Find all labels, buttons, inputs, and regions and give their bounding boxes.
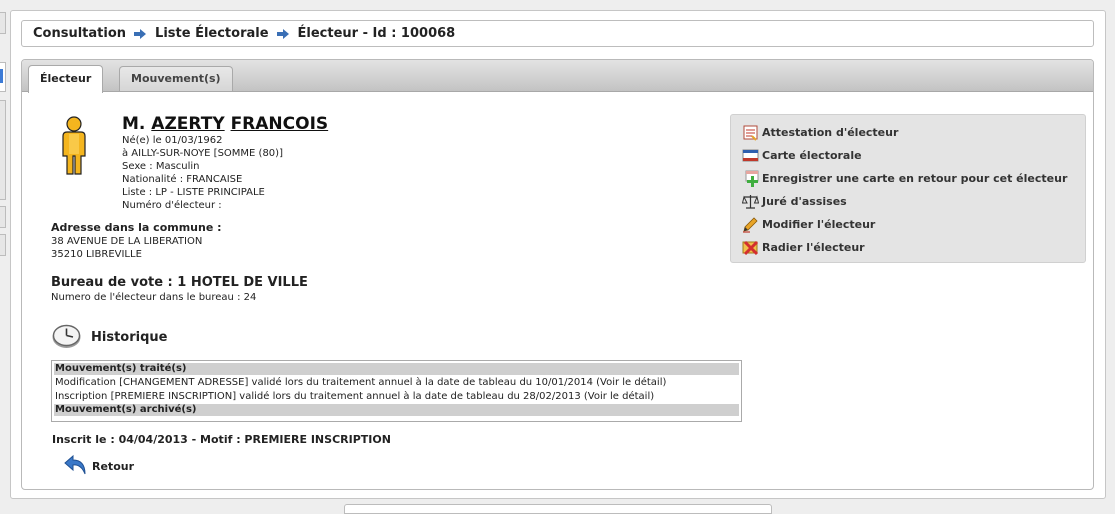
back-label: Retour	[92, 460, 135, 473]
arrow-right-icon	[276, 28, 289, 39]
inscription-info: Inscrit le : 04/04/2013 - Motif : PREMIE…	[52, 433, 391, 446]
action-jure-assises[interactable]: Juré d'assises	[731, 190, 1085, 213]
address-line2: 35210 LIBREVILLE	[51, 249, 142, 260]
back-button[interactable]: Retour	[64, 454, 134, 479]
action-modifier[interactable]: Modifier l'électeur	[731, 213, 1085, 236]
lastname: AZERTY	[151, 114, 225, 134]
sidebar-fragment-active[interactable]	[0, 62, 6, 92]
sidebar-fragment	[0, 12, 6, 34]
bureau-title: Bureau de vote : 1 HOTEL DE VILLE	[51, 275, 308, 290]
back-arrow-icon	[64, 454, 88, 479]
bottom-panel-edge	[344, 504, 772, 514]
sidebar-fragment	[0, 206, 6, 228]
sidebar-fragment	[0, 100, 6, 200]
sidebar-fragment	[0, 234, 6, 256]
address-title: Adresse dans la commune :	[51, 221, 222, 234]
history-table: Mouvement(s) traité(s) Modification [CHA…	[51, 360, 742, 422]
breadcrumb: Consultation Liste Électorale Électeur -…	[21, 20, 1094, 47]
tab-bar: Électeur Mouvement(s)	[22, 60, 1093, 93]
elector-number: Numéro d'électeur :	[122, 200, 222, 211]
history-row[interactable]: Inscription [PREMIERE INSCRIPTION] valid…	[54, 389, 739, 404]
civility: M.	[122, 114, 146, 134]
history-treated-header: Mouvement(s) traité(s)	[54, 363, 739, 375]
elector-name: M. AZERTY FRANCOIS	[122, 114, 328, 134]
breadcrumb-item-liste[interactable]: Liste Électorale	[155, 26, 269, 41]
action-carte-electorale[interactable]: Carte électorale	[731, 144, 1085, 167]
sex: Sexe : Masculin	[122, 161, 200, 172]
bureau-number: Numero de l'électeur dans le bureau : 24	[51, 292, 257, 303]
action-radier[interactable]: Radier l'électeur	[731, 236, 1085, 259]
address-line1: 38 AVENUE DE LA LIBERATION	[51, 236, 203, 247]
breadcrumb-item-consultation[interactable]: Consultation	[33, 26, 126, 41]
person-icon	[60, 116, 88, 176]
clock-icon	[51, 323, 82, 349]
edit-pencil-icon	[742, 216, 759, 233]
breadcrumb-item-electeur: Électeur - Id : 100068	[297, 26, 456, 41]
history-row[interactable]: Modification [CHANGEMENT ADRESSE] validé…	[54, 375, 739, 390]
elector-panel: Électeur Mouvement(s) M. AZERTY FRANCOIS…	[21, 59, 1094, 490]
firstname: FRANCOIS	[230, 114, 329, 134]
tab-mouvements[interactable]: Mouvement(s)	[119, 66, 233, 91]
scales-icon	[741, 193, 760, 210]
arrow-right-icon	[134, 28, 147, 39]
action-attestation[interactable]: Attestation d'électeur	[731, 121, 1085, 144]
main-container: Consultation Liste Électorale Électeur -…	[10, 10, 1106, 499]
history-title: Historique	[91, 330, 168, 345]
nationality: Nationalité : FRANCAISE	[122, 174, 243, 185]
elector-info: Né(e) le 01/03/1962 à AILLY-SUR-NOYE [SO…	[122, 134, 283, 212]
certificate-icon	[742, 124, 759, 141]
birth-place: à AILLY-SUR-NOYE [SOMME (80)]	[122, 148, 283, 159]
birth-date: Né(e) le 01/03/1962	[122, 135, 223, 146]
list: Liste : LP - LISTE PRINCIPALE	[122, 187, 265, 198]
actions-panel: Attestation d'électeur Carte électorale	[730, 114, 1086, 263]
history-archived-header: Mouvement(s) archivé(s)	[54, 404, 739, 416]
tab-electeur[interactable]: Électeur	[28, 65, 104, 93]
action-enregistrer-carte[interactable]: Enregistrer une carte en retour pour cet…	[731, 167, 1085, 190]
card-icon	[742, 147, 759, 164]
delete-cross-icon	[742, 239, 759, 256]
add-card-icon	[742, 170, 759, 187]
address: 38 AVENUE DE LA LIBERATION 35210 LIBREVI…	[51, 235, 202, 261]
